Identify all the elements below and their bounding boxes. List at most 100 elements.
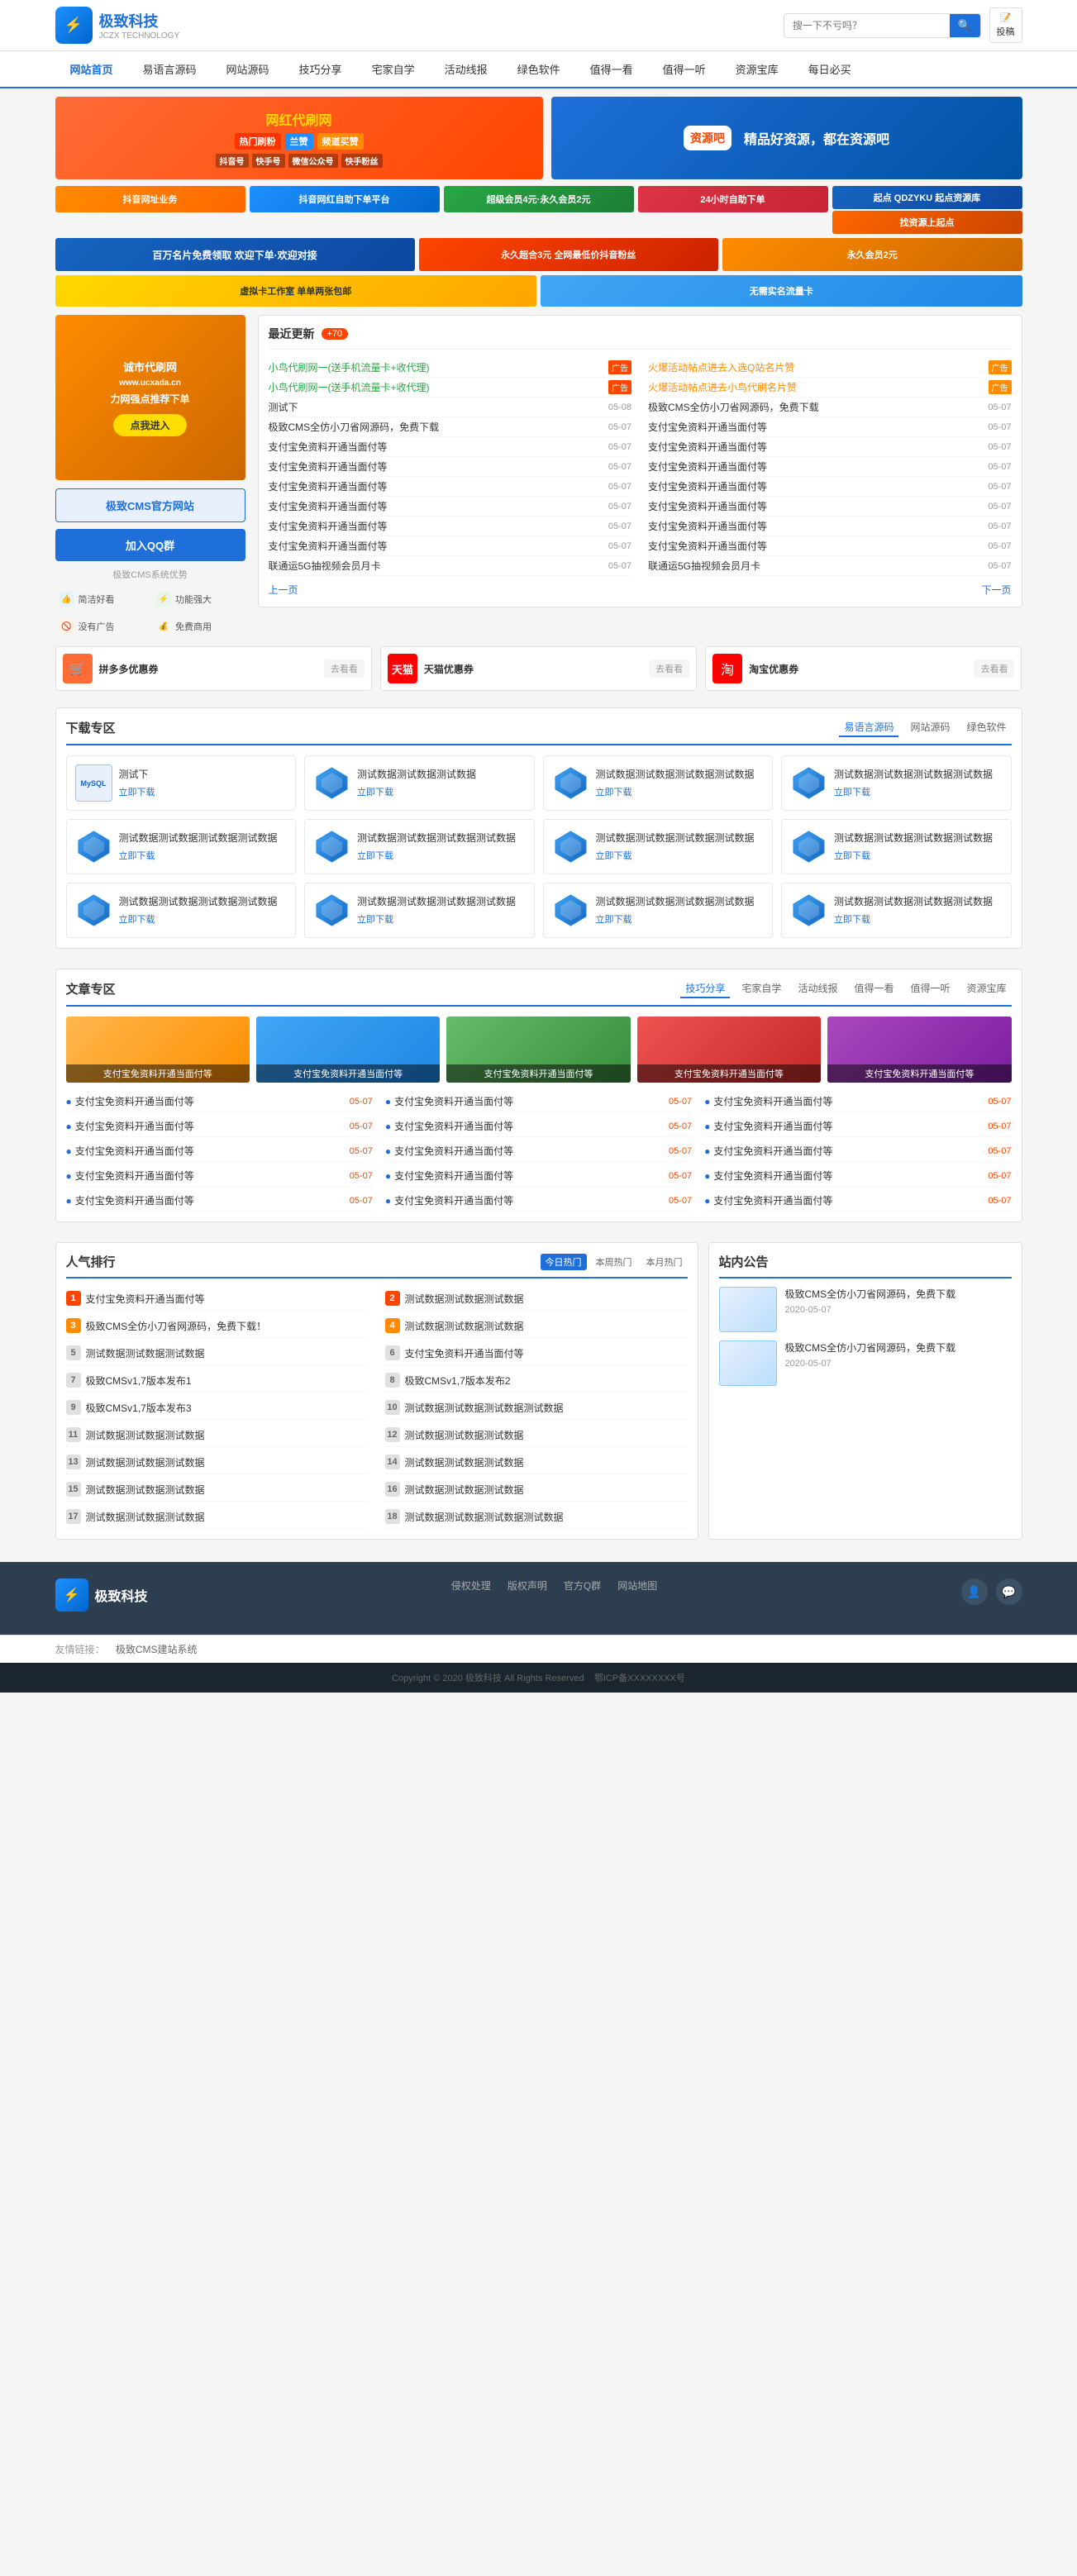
footer-link-1[interactable]: 版权声明 — [508, 1578, 547, 1593]
article-link-12[interactable]: 支付宝免资料开通当面付等 — [75, 1193, 345, 1207]
rank-link-13[interactable]: 测试数据测试数据测试数据 — [405, 1455, 688, 1469]
feedback-button[interactable]: 📝 投稿 — [989, 7, 1022, 43]
update-link-left-8[interactable]: 支付宝免资料开通当面付等 — [269, 519, 604, 533]
download-btn-11[interactable]: 立即下载 — [834, 912, 1003, 926]
banner-douyin-follow[interactable]: 抖音网址业务 — [55, 186, 245, 212]
tab-resource[interactable]: 资源宝库 — [961, 979, 1011, 998]
article-link-5[interactable]: 支付宝免资料开通当面付等 — [713, 1119, 984, 1133]
download-item-3[interactable]: 测试数据测试数据测试数据测试数据立即下载 — [781, 755, 1012, 811]
rank-link-3[interactable]: 测试数据测试数据测试数据 — [405, 1319, 688, 1333]
article-link-14[interactable]: 支付宝免资料开通当面付等 — [713, 1193, 984, 1207]
tab-today-hot[interactable]: 今日热门 — [541, 1254, 587, 1270]
banner-zhaozy[interactable]: 找资源上起点 — [832, 211, 1022, 234]
update-link-right-3[interactable]: 支付宝免资料开通当面付等 — [648, 420, 984, 434]
article-link-9[interactable]: 支付宝免资料开通当面付等 — [75, 1169, 345, 1183]
download-btn-6[interactable]: 立即下载 — [596, 849, 765, 862]
rank-link-6[interactable]: 极致CMSv1,7版本发布1 — [86, 1374, 369, 1388]
article-thumb-1[interactable]: 支付宝免资料开通当面付等 — [256, 1017, 440, 1083]
article-link-10[interactable]: 支付宝免资料开通当面付等 — [394, 1169, 665, 1183]
download-item-5[interactable]: 测试数据测试数据测试数据测试数据立即下载 — [304, 819, 535, 874]
tab-green-software[interactable]: 绿色软件 — [961, 718, 1011, 737]
rank-link-1[interactable]: 测试数据测试数据测试数据 — [405, 1292, 688, 1306]
tab-month-hot[interactable]: 本月热门 — [641, 1254, 688, 1270]
voucher-taobao-btn[interactable]: 去看看 — [974, 659, 1014, 678]
download-item-8[interactable]: 测试数据测试数据测试数据测试数据立即下载 — [66, 883, 297, 938]
update-link-left-3[interactable]: 极致CMS全仿小刀省网源码，免费下载 — [269, 420, 604, 434]
update-link-left-5[interactable]: 支付宝免资料开通当面付等 — [269, 459, 604, 474]
nav-item-6[interactable]: 绿色软件 — [503, 51, 575, 88]
article-link-4[interactable]: 支付宝免资料开通当面付等 — [394, 1119, 665, 1133]
tab-website-source[interactable]: 网站源码 — [905, 718, 955, 737]
nav-item-2[interactable]: 网站源码 — [212, 51, 284, 88]
rank-link-10[interactable]: 测试数据测试数据测试数据 — [86, 1428, 369, 1442]
update-link-right-2[interactable]: 极致CMS全仿小刀省网源码，免费下载 — [648, 400, 984, 414]
article-thumb-2[interactable]: 支付宝免资料开通当面付等 — [446, 1017, 630, 1083]
voucher-taobao[interactable]: 淘 淘宝优惠券 去看看 — [705, 646, 1022, 691]
update-link-right-0[interactable]: 火爆活动帖点进去入选Q站名片赞 — [648, 360, 985, 374]
download-btn-10[interactable]: 立即下载 — [596, 912, 765, 926]
banner-virtual-card[interactable]: 虚拟卡工作室 单单两张包邮 — [55, 275, 537, 307]
article-link-6[interactable]: 支付宝免资料开通当面付等 — [75, 1144, 345, 1158]
download-btn-2[interactable]: 立即下载 — [596, 785, 765, 798]
update-link-left-4[interactable]: 支付宝免资料开通当面付等 — [269, 440, 604, 454]
tab-week-hot[interactable]: 本周热门 — [591, 1254, 637, 1270]
rank-link-16[interactable]: 测试数据测试数据测试数据 — [86, 1510, 369, 1524]
article-thumb-0[interactable]: 支付宝免资料开通当面付等 — [66, 1017, 250, 1083]
banner-no-realname[interactable]: 无需实名流量卡 — [541, 275, 1022, 307]
download-btn-4[interactable]: 立即下载 — [119, 849, 288, 862]
article-link-11[interactable]: 支付宝免资料开通当面付等 — [713, 1169, 984, 1183]
friend-link-cms[interactable]: 极致CMS建站系统 — [116, 1644, 198, 1655]
footer-user-icon[interactable]: 👤 — [961, 1578, 988, 1605]
footer-link-0[interactable]: 侵权处理 — [451, 1578, 491, 1593]
updates-prev[interactable]: 上一页 — [269, 583, 298, 597]
download-item-10[interactable]: 测试数据测试数据测试数据测试数据立即下载 — [543, 883, 774, 938]
banner-24h[interactable]: 24小时自助下单 — [638, 186, 828, 212]
download-btn-5[interactable]: 立即下载 — [357, 849, 526, 862]
banner-namecard[interactable]: 百万名片免费领取 欢迎下单·欢迎对接 — [55, 238, 415, 271]
download-btn-1[interactable]: 立即下载 — [357, 785, 526, 798]
footer-link-2[interactable]: 官方Q群 — [564, 1578, 601, 1593]
update-link-left-1[interactable]: 小鸟代刷网一(送手机流量卡+收代理) — [269, 380, 606, 394]
download-btn-7[interactable]: 立即下载 — [834, 849, 1003, 862]
update-link-right-8[interactable]: 支付宝免资料开通当面付等 — [648, 519, 984, 533]
download-item-1[interactable]: 测试数据测试数据测试数据立即下载 — [304, 755, 535, 811]
update-link-right-9[interactable]: 支付宝免资料开通当面付等 — [648, 539, 984, 553]
nav-item-0[interactable]: 网站首页 — [55, 51, 128, 88]
banner-member4[interactable]: 超级会员4元·永久会员2元 — [444, 186, 634, 212]
banner-yongjiu2[interactable]: 永久会员2元 — [722, 238, 1022, 271]
banner-qidian[interactable]: 起点 QDZYKU 起点资源库 — [832, 186, 1022, 209]
rank-link-11[interactable]: 测试数据测试数据测试数据 — [405, 1428, 688, 1442]
rank-link-2[interactable]: 极致CMS全仿小刀省网源码，免费下载！ — [86, 1319, 369, 1333]
rank-link-17[interactable]: 测试数据测试数据测试数据测试数据 — [405, 1510, 688, 1524]
update-link-right-5[interactable]: 支付宝免资料开通当面付等 — [648, 459, 984, 474]
rank-link-7[interactable]: 极致CMSv1,7版本发布2 — [405, 1374, 688, 1388]
banner-right-main[interactable]: 资源吧 精品好资源，都在资源吧 — [551, 97, 1022, 179]
article-thumb-4[interactable]: 支付宝免资料开通当面付等 — [827, 1017, 1011, 1083]
tab-homestudy[interactable]: 宅家自学 — [736, 979, 786, 998]
rank-link-5[interactable]: 支付宝免资料开通当面付等 — [405, 1346, 688, 1360]
article-thumb-3[interactable]: 支付宝免资料开通当面付等 — [637, 1017, 821, 1083]
voucher-pdd[interactable]: 🛒 拼多多优惠券 去看看 — [55, 646, 372, 691]
sidebar-banner-btn[interactable]: 点我进入 — [113, 414, 186, 436]
voucher-tmall-btn[interactable]: 去看看 — [649, 659, 689, 678]
footer-link-3[interactable]: 网站地图 — [617, 1578, 657, 1593]
nav-item-9[interactable]: 资源宝库 — [721, 51, 793, 88]
download-item-2[interactable]: 测试数据测试数据测试数据测试数据立即下载 — [543, 755, 774, 811]
article-link-3[interactable]: 支付宝免资料开通当面付等 — [75, 1119, 345, 1133]
rank-link-12[interactable]: 测试数据测试数据测试数据 — [86, 1455, 369, 1469]
footer-chat-icon[interactable]: 💬 — [996, 1578, 1022, 1605]
download-btn-8[interactable]: 立即下载 — [119, 912, 288, 926]
voucher-pdd-btn[interactable]: 去看看 — [324, 659, 365, 678]
article-link-7[interactable]: 支付宝免资料开通当面付等 — [394, 1144, 665, 1158]
notice-link-0[interactable]: 极致CMS全仿小刀省网源码，免费下载 — [785, 1287, 1012, 1301]
nav-item-4[interactable]: 宅家自学 — [357, 51, 430, 88]
update-link-left-2[interactable]: 测试下 — [269, 400, 604, 414]
banner-chaohao3[interactable]: 永久超合3元 全网最低价抖音粉丝 — [419, 238, 719, 271]
sidebar-banner[interactable]: 诚市代刷网 www.ucxada.cn 力网强点推荐下单 点我进入 — [55, 315, 245, 480]
rank-link-14[interactable]: 测试数据测试数据测试数据 — [86, 1483, 369, 1497]
nav-item-8[interactable]: 值得一听 — [648, 51, 721, 88]
download-btn-9[interactable]: 立即下载 — [357, 912, 526, 926]
update-link-right-10[interactable]: 联通运5G抽视频会员月卡 — [648, 559, 984, 573]
search-input[interactable] — [784, 16, 950, 36]
banner-left-main[interactable]: 网红代刷网 热门刷粉 兰赞 频道买赞 抖音号 快手号 微信公众号 快手粉丝 — [55, 97, 543, 179]
